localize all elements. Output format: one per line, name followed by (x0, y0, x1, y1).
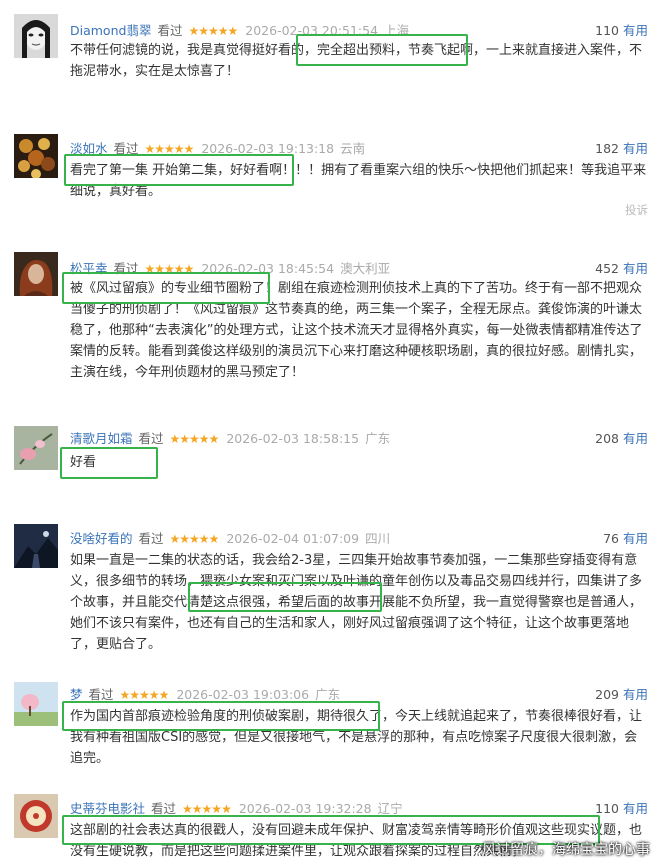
useful-label[interactable]: 有用 (623, 23, 648, 38)
review-content: 被《风过留痕》的专业细节圈粉了！剧组在痕迹检测刑侦技术上真的下了苦功。终于有一部… (70, 281, 643, 380)
avatar[interactable] (14, 14, 58, 58)
location: 上海 (384, 23, 410, 38)
useful-vote[interactable]: 110 有用 (595, 798, 648, 817)
useful-count: 110 (595, 23, 619, 38)
useful-vote[interactable]: 209 有用 (595, 684, 648, 703)
review-content: 看完了第一集 开始第二集，好好看啊！！！拥有了看重案六组的快乐～快把他们抓起来！… (70, 163, 647, 199)
review-item: 清歌月如霜 看过 ★★★★★ 2026-02-03 18:58:15 广东 208 有用 … (0, 416, 660, 502)
useful-label[interactable]: 有用 (623, 431, 648, 446)
timestamp: 2026-02-03 19:13:18 (201, 141, 335, 156)
watch-status: 看过 (113, 261, 139, 276)
star-rating: ★★★★★ (188, 24, 238, 38)
useful-label[interactable]: 有用 (623, 531, 648, 546)
timestamp: 2026-02-03 19:03:06 (176, 687, 310, 702)
star-rating: ★★★★★ (144, 262, 195, 276)
star-rating: ★★★★★ (169, 432, 220, 446)
avatar[interactable] (14, 794, 58, 838)
review-item: 松平幸 看过 ★★★★★ 2026-02-03 18:45:54 澳大利亚 452 有用 … (0, 236, 660, 416)
review-meta: 松平幸 看过 ★★★★★ 2026-02-03 18:45:54 澳大利亚 (70, 258, 390, 277)
watch-status: 看过 (88, 687, 114, 702)
useful-count: 209 (595, 687, 619, 702)
username[interactable]: 清歌月如霜 (70, 431, 133, 446)
star-rating: ★★★★★ (169, 532, 220, 546)
useful-count: 452 (595, 261, 619, 276)
review-meta: 没啥好看的 看过 ★★★★★ 2026-02-04 01:07:09 四川 (70, 528, 390, 547)
star-rating: ★★★★★ (144, 142, 195, 156)
timestamp: 2026-02-03 20:51:54 (245, 23, 379, 38)
useful-count: 208 (595, 431, 619, 446)
review-item: Diamond翡翠 看过 ★★★★★ 2026-02-03 20:51:54 上海 11… (0, 0, 660, 118)
username[interactable]: 淡如水 (70, 141, 108, 156)
review-item: 没啥好看的 看过 ★★★★★ 2026-02-04 01:07:09 四川 76 有用 如… (0, 502, 660, 672)
username[interactable]: 梦 (70, 687, 83, 702)
timestamp: 2026-02-03 18:45:54 (201, 261, 335, 276)
timestamp: 2026-02-03 18:58:15 (226, 431, 360, 446)
watch-status: 看过 (113, 141, 139, 156)
location: 广东 (365, 431, 391, 446)
useful-vote[interactable]: 182 有用 (595, 138, 648, 157)
username[interactable]: Diamond翡翠 (70, 23, 151, 38)
review-content: 如果一直是一二集的状态的话，我会给2-3星，三四集开始故事节奏加强，一二集那些穿… (70, 553, 643, 652)
useful-vote[interactable]: 110 有用 (595, 20, 648, 39)
star-rating: ★★★★★ (182, 802, 232, 816)
useful-label[interactable]: 有用 (623, 687, 648, 702)
avatar[interactable] (14, 524, 58, 568)
useful-vote[interactable]: 452 有用 (595, 258, 648, 277)
username[interactable]: 没啥好看的 (70, 531, 133, 546)
watch-status: 看过 (138, 531, 164, 546)
review-meta: 淡如水 看过 ★★★★★ 2026-02-03 19:13:18 云南 (70, 138, 365, 157)
timestamp: 2026-02-04 01:07:09 (226, 531, 360, 546)
location: 辽宁 (377, 801, 403, 816)
timestamp: 2026-02-03 19:32:28 (238, 801, 372, 816)
review-meta: 梦看过 ★★★★★ 2026-02-03 19:03:06 广东 (70, 684, 340, 703)
avatar[interactable] (14, 682, 58, 726)
useful-count: 182 (595, 141, 619, 156)
review-meta: 清歌月如霜 看过 ★★★★★ 2026-02-03 18:58:15 广东 (70, 428, 390, 447)
avatar[interactable] (14, 252, 58, 296)
report-link[interactable]: 投诉 (625, 202, 648, 218)
watermark: 风过留痕，海绵宝宝的心事 (482, 842, 650, 858)
location: 云南 (340, 141, 366, 156)
useful-count: 76 (603, 531, 619, 546)
avatar[interactable] (14, 134, 58, 178)
useful-label[interactable]: 有用 (623, 141, 648, 156)
location: 澳大利亚 (340, 261, 391, 276)
useful-count: 110 (595, 801, 619, 816)
useful-label[interactable]: 有用 (623, 261, 648, 276)
username[interactable]: 史蒂芬电影社 (70, 801, 145, 816)
username[interactable]: 松平幸 (70, 261, 108, 276)
star-rating: ★★★★★ (119, 688, 170, 702)
watch-status: 看过 (157, 23, 183, 38)
review-item: 梦看过 ★★★★★ 2026-02-03 19:03:06 广东 209 有用 作为国内… (0, 672, 660, 778)
review-meta: 史蒂芬电影社 看过 ★★★★★ 2026-02-03 19:32:28 辽宁 (70, 798, 403, 817)
useful-label[interactable]: 有用 (623, 801, 648, 816)
watch-status: 看过 (138, 431, 164, 446)
review-content: 不带任何滤镜的说，我是真觉得挺好看的，完全超出预料，节奏飞起啊，一上来就直接进入… (70, 43, 643, 79)
location: 四川 (365, 531, 391, 546)
review-item: 淡如水 看过 ★★★★★ 2026-02-03 19:13:18 云南 182 有用 看完… (0, 118, 660, 236)
useful-vote[interactable]: 208 有用 (595, 428, 648, 447)
review-content: 好看 (70, 455, 97, 470)
review-meta: Diamond翡翠 看过 ★★★★★ 2026-02-03 20:51:54 上海 (70, 20, 409, 39)
useful-vote[interactable]: 76 有用 (603, 528, 648, 547)
review-content: 作为国内首部痕迹检验角度的刑侦破案剧，期待很久了，今天上线就追起来了，节奏很棒很… (70, 709, 643, 766)
watch-status: 看过 (151, 801, 177, 816)
avatar[interactable] (14, 426, 58, 470)
location: 广东 (315, 687, 341, 702)
